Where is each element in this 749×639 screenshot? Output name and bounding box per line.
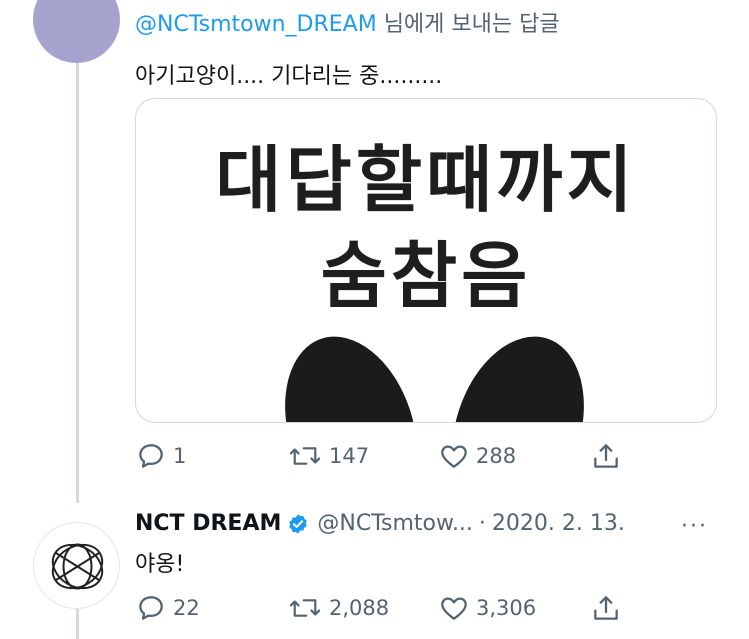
reply-count-2: 22 [173,596,200,620]
reply-count: 1 [173,444,187,468]
retweet-count-2: 2,088 [329,596,390,620]
tweet-text-2: 야옹! [135,552,185,577]
user-handle[interactable]: @NCTsmtow... [317,511,473,536]
replying-to-line: @NCTsmtown_DREAM 님에게 보내는 답글 [135,6,560,38]
user-avatar[interactable] [33,0,120,63]
nct-dream-logo-icon [51,543,104,590]
tweet-media-image[interactable]: 대답할때까지 숨참음 [135,98,717,423]
tweet-actions-bar: 1 147 288 [135,438,618,474]
replying-to-handle-link[interactable]: @NCTsmtown_DREAM [135,12,377,37]
verified-badge [287,513,309,535]
more-options-icon[interactable]: ··· [681,514,708,539]
tweet-text: 아기고양이.... 기다리는 중......... [135,64,443,89]
verified-icon [289,513,308,534]
like-button-2[interactable]: 3,306 [438,590,536,626]
replying-to-suffix: 님에게 보내는 답글 [376,12,560,37]
retweet-count: 147 [329,444,370,468]
retweet-button[interactable]: 147 [287,438,369,474]
like-count: 288 [476,444,517,468]
tweet-date[interactable]: 2020. 2. 13. [492,511,625,536]
share-button-2[interactable] [590,590,622,626]
like-icon [441,597,467,620]
like-icon [441,445,467,468]
reply-button-2[interactable]: 22 [135,590,200,626]
thread-connector-line [76,58,79,503]
retweet-icon [289,447,321,465]
separator-dot: · [478,511,486,536]
like-button[interactable]: 288 [438,438,516,474]
retweet-button-2[interactable]: 2,088 [287,590,389,626]
display-name[interactable]: NCT DREAM [135,511,281,536]
like-count-2: 3,306 [476,596,537,620]
nct-dream-avatar[interactable] [33,522,120,609]
reply-icon [139,444,163,468]
share-icon [594,444,618,468]
reply-button[interactable]: 1 [135,438,186,474]
reply-icon [139,596,163,620]
tweet-actions-bar-2: 22 2,088 3,306 [135,590,618,626]
retweet-icon [289,599,321,617]
cat-ears-drawing [285,336,584,422]
share-button[interactable] [590,438,622,474]
share-icon [594,596,618,620]
tweet-header: NCT DREAM @NCTsmtow... · 2020. 2. 13. [135,511,625,536]
